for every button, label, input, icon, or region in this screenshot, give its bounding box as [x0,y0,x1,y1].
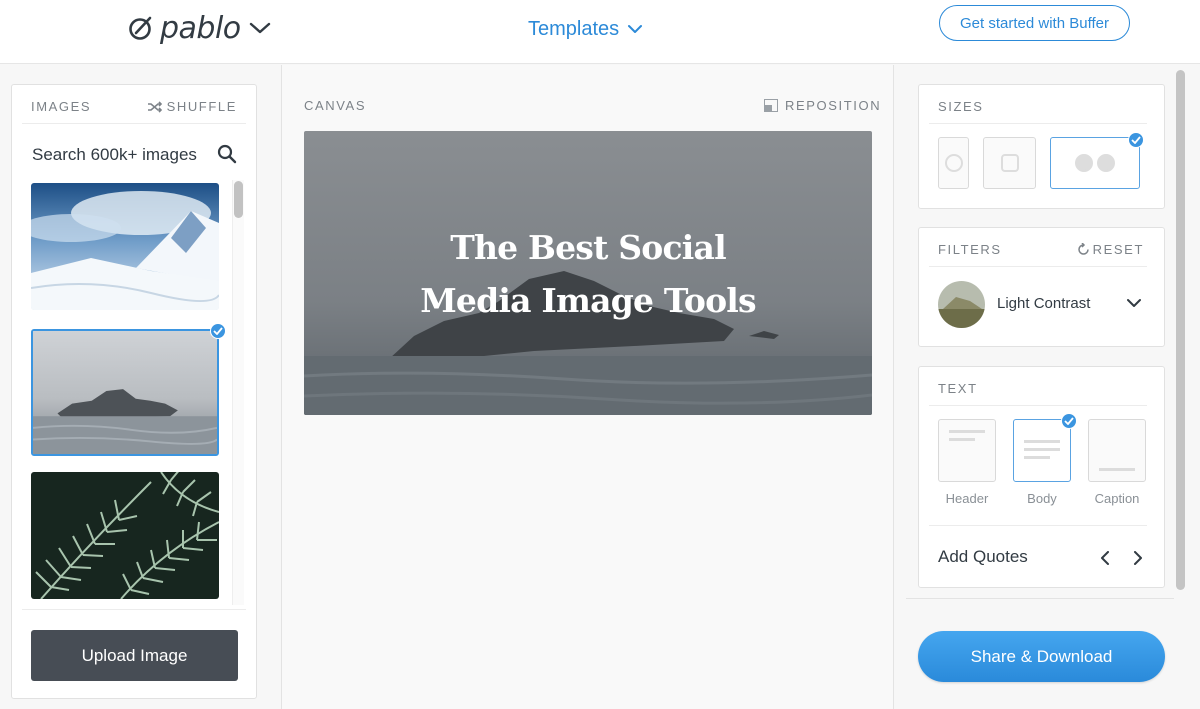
image-thumbnail-foggy-rocks[interactable] [31,329,219,456]
chevron-down-icon [249,22,270,34]
sizes-panel: SIZES [918,84,1165,209]
pablo-logo[interactable]: pablo [128,10,271,46]
shuffle-label: SHUFFLE [166,99,237,114]
chevron-left-icon[interactable] [1100,551,1110,565]
selected-check-icon [1061,413,1077,429]
text-title: TEXT [938,381,978,396]
divider [22,123,246,124]
images-scrollbar-track[interactable] [232,180,244,605]
share-download-button[interactable]: Share & Download [918,631,1165,682]
size-option-instagram[interactable] [983,137,1036,189]
image-thumbnail-fern-leaves[interactable] [31,472,219,599]
divider [929,123,1147,124]
upload-image-button[interactable]: Upload Image [31,630,238,681]
text-line-icon [949,438,975,441]
image-search-input[interactable] [32,141,238,169]
sizes-title: SIZES [938,99,984,114]
shuffle-icon [147,100,162,113]
size-option-pinterest[interactable] [938,137,969,189]
image-thumbnail-snowy-mountain[interactable] [31,183,219,310]
reposition-label: REPOSITION [785,98,882,113]
canvas-preview[interactable]: The Best Social Media Image Tools [304,131,872,415]
headline-line-2: Media Image Tools [420,281,756,320]
selected-check-icon [1128,132,1144,148]
images-panel: IMAGES SHUFFLE Search 600k+ images Uploa… [11,84,257,699]
snowy-mountain-image [31,183,219,310]
templates-dropdown[interactable]: Templates [528,16,643,42]
reset-filters-button[interactable]: RESET [1077,242,1144,257]
reposition-button[interactable]: REPOSITION [764,98,881,113]
twitter-icon [1097,154,1115,172]
text-line-icon [1024,456,1050,459]
get-started-button[interactable]: Get started with Buffer [939,5,1130,41]
filters-title: FILTERS [938,242,1002,257]
divider [906,598,1174,599]
foggy-rocks-sea-image [33,331,217,454]
reset-icon [1077,243,1089,255]
filter-preview-thumbnail[interactable] [938,281,985,328]
templates-label: Templates [528,17,620,40]
pablo-logo-icon [129,16,152,40]
chevron-right-icon[interactable] [1133,551,1143,565]
divider [929,266,1147,267]
text-option-body-label: Body [1027,491,1057,506]
text-option-header-label: Header [945,491,989,506]
instagram-icon [1000,154,1019,172]
divider [22,609,246,610]
top-header: pablo Templates Get started with Buffer [0,0,1200,64]
text-line-icon [949,430,985,433]
text-option-caption-label: Caption [1094,491,1140,506]
reset-label: RESET [1092,242,1144,257]
shuffle-button[interactable]: SHUFFLE [147,99,237,114]
text-line-icon [1099,468,1135,471]
fern-leaves-image [31,472,219,599]
text-line-icon [1024,440,1060,443]
logo-text: pablo [160,10,241,46]
filters-panel: FILTERS RESET Light Contrast [918,227,1165,347]
size-option-facebook-twitter[interactable] [1050,137,1140,189]
images-scrollbar-thumb[interactable] [234,181,243,218]
pinterest-icon [944,154,963,172]
search-icon[interactable] [217,144,237,164]
text-panel: TEXT Header Body Caption Add Quotes [918,366,1165,588]
text-option-body[interactable] [1013,419,1071,482]
chevron-down-icon [628,25,643,33]
selected-check-icon [210,323,226,339]
selected-filter-name[interactable]: Light Contrast [997,295,1090,312]
text-option-header[interactable] [938,419,996,482]
right-scrollbar-thumb[interactable] [1176,70,1185,590]
chevron-down-icon[interactable] [1127,298,1141,308]
facebook-icon [1075,154,1093,172]
add-quotes-label: Add Quotes [938,547,1028,566]
canvas-title: CANVAS [304,98,367,113]
canvas-headline[interactable]: The Best Social Media Image Tools [304,221,872,327]
divider [929,405,1147,406]
divider [929,525,1147,526]
images-title: IMAGES [31,99,92,114]
reposition-icon [764,99,778,112]
text-line-icon [1024,448,1060,451]
text-option-caption[interactable] [1088,419,1146,482]
headline-line-1: The Best Social [450,228,726,267]
